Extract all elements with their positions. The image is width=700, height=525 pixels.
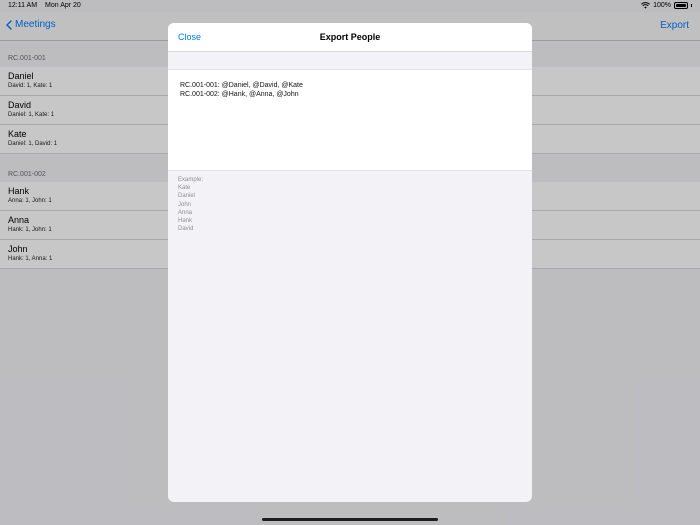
modal-title: Export People xyxy=(319,32,381,42)
example-footer: Example: Kate Daniel John Anna Hank Davi… xyxy=(168,171,532,238)
export-text-view[interactable]: RC.001-001: @Daniel, @David, @Kate RC.00… xyxy=(168,69,532,171)
example-line: David xyxy=(178,226,194,233)
export-text-line: RC.001-002: @Hank, @Anna, @John xyxy=(180,91,299,98)
home-indicator[interactable] xyxy=(262,518,438,521)
example-line: Daniel xyxy=(178,193,196,200)
export-text-line: RC.001-001: @Daniel, @David, @Kate xyxy=(180,82,303,89)
example-line: Anna xyxy=(178,209,193,216)
modal-navigation-bar: Close Export People xyxy=(168,23,532,52)
example-line: John xyxy=(178,201,192,208)
example-line: Kate xyxy=(178,185,191,192)
example-line: Example: xyxy=(178,177,204,183)
example-line: Hank xyxy=(178,218,193,225)
export-people-sheet: Close Export People RC.001-001: @Daniel,… xyxy=(168,23,532,502)
